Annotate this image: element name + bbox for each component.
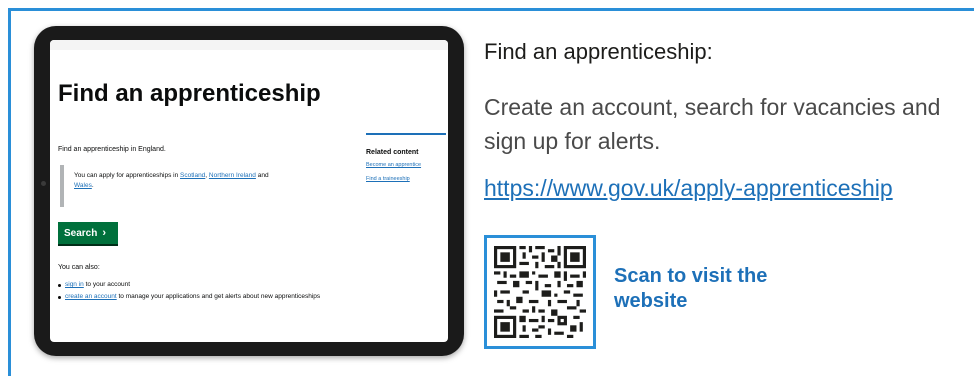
- chevron-right-icon: ›: [102, 227, 107, 239]
- bullet-icon: [58, 296, 61, 299]
- inset-prefix: You can apply for apprenticeships in: [74, 172, 180, 179]
- list-item: sign in to your account: [58, 280, 358, 290]
- search-button[interactable]: Search ›: [58, 222, 118, 244]
- info-description: Create an account, search for vacancies …: [484, 94, 941, 154]
- related-link-find-traineeship[interactable]: Find a traineeship: [366, 176, 446, 182]
- qr-label: Scan to visit the website: [614, 265, 768, 312]
- search-button-label: Search: [64, 227, 98, 239]
- website-link[interactable]: https://www.gov.uk/apply-apprenticeship: [484, 175, 893, 202]
- related-heading: Related content: [366, 149, 419, 156]
- browser-bar: [50, 40, 448, 50]
- link-wales[interactable]: Wales: [74, 182, 92, 189]
- inset-and: and: [255, 172, 269, 179]
- list-item: create an account to manage your applica…: [58, 292, 358, 302]
- tablet-camera: [41, 181, 46, 186]
- list-item-text: to your account: [83, 281, 131, 288]
- page-title: Find an apprenticeship: [58, 80, 321, 107]
- related-content: Related content Become an apprentice Fin…: [366, 133, 446, 190]
- tablet-device: Find an apprenticeship Find an apprentic…: [34, 26, 464, 356]
- list-item-text: to manage your applications and get aler…: [116, 293, 321, 300]
- inset-text: You can apply for apprenticeships in Sco…: [60, 165, 340, 207]
- page-subtitle: Find an apprenticeship in England.: [58, 146, 166, 153]
- also-list: sign in to your account create an accoun…: [58, 280, 358, 304]
- related-link-become-apprentice[interactable]: Become an apprentice: [366, 162, 446, 168]
- sign-in-link[interactable]: sign in: [65, 281, 84, 288]
- create-account-link[interactable]: create an account: [65, 293, 117, 300]
- info-heading: Find an apprenticeship:: [484, 39, 713, 64]
- qr-code-frame: [484, 235, 596, 349]
- bullet-icon: [58, 284, 61, 287]
- qr-code-icon: [494, 246, 586, 338]
- tablet-screen: Find an apprenticeship Find an apprentic…: [50, 40, 448, 342]
- inset-suffix: .: [91, 182, 94, 189]
- also-heading: You can also:: [58, 264, 100, 271]
- link-scotland[interactable]: Scotland: [180, 172, 205, 179]
- link-northern-ireland[interactable]: Northern Ireland: [209, 172, 256, 179]
